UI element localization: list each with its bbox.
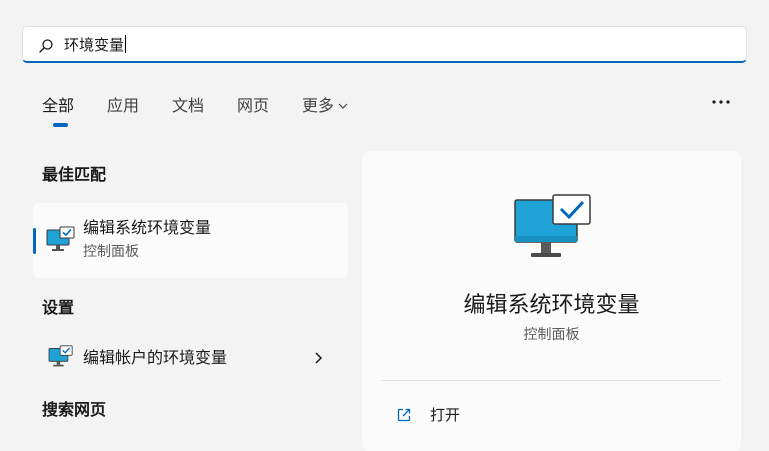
section-settings: 设置 [42, 298, 75, 317]
open-action-label: 打开 [430, 406, 461, 424]
search-input[interactable]: 环境变量 [64, 35, 127, 55]
search-icon [39, 39, 53, 53]
best-match-result[interactable] [33, 203, 348, 278]
tab-all[interactable]: 全部 [42, 95, 74, 117]
tab-more-label: 更多 [302, 96, 335, 115]
search-box[interactable]: 环境变量 [22, 26, 747, 63]
monitor-check-icon [48, 345, 73, 367]
open-external-icon [397, 408, 411, 422]
tab-documents[interactable]: 文档 [172, 95, 204, 117]
settings-result-title: 编辑帐户的环境变量 [83, 348, 228, 367]
detail-subtitle: 控制面板 [523, 327, 580, 343]
tab-apps[interactable]: 应用 [107, 95, 139, 117]
divider [381, 380, 721, 381]
tab-web[interactable]: 网页 [237, 95, 269, 117]
section-web-search: 搜索网页 [42, 400, 107, 419]
more-options-icon[interactable] [709, 90, 733, 114]
monitor-check-icon [514, 194, 591, 257]
text-caret [125, 35, 127, 53]
chevron-right-icon[interactable] [313, 350, 325, 366]
best-match-subtitle: 控制面板 [83, 244, 139, 260]
search-query: 环境变量 [64, 36, 125, 54]
active-tab-indicator [53, 123, 68, 127]
selection-indicator [33, 228, 36, 254]
best-match-title: 编辑系统环境变量 [83, 218, 212, 237]
section-best-match: 最佳匹配 [42, 165, 107, 184]
tab-more[interactable]: 更多 [302, 95, 348, 117]
detail-title: 编辑系统环境变量 [463, 293, 640, 318]
chevron-down-icon [338, 103, 348, 109]
monitor-check-icon [46, 226, 75, 251]
